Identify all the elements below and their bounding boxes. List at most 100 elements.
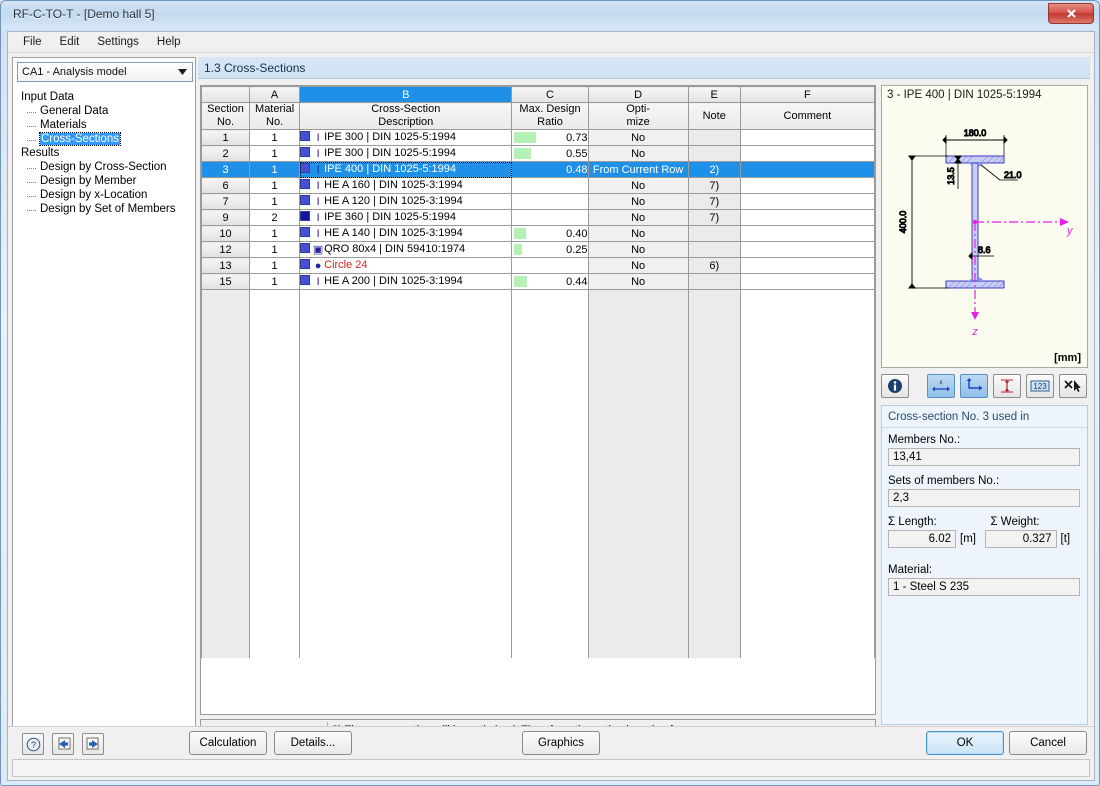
cell-material-no[interactable]: 1 (249, 225, 301, 242)
cell-empty[interactable] (249, 401, 301, 418)
cell-empty[interactable] (511, 625, 589, 642)
cell-empty[interactable] (687, 337, 741, 354)
cell-empty[interactable] (201, 481, 251, 498)
cell-empty[interactable] (739, 545, 875, 562)
cell-empty[interactable] (739, 481, 875, 498)
cell-empty[interactable] (587, 577, 689, 594)
cell-note[interactable] (687, 241, 741, 258)
table-row-empty[interactable] (201, 481, 875, 498)
cell-empty[interactable] (687, 625, 741, 642)
cell-empty[interactable] (739, 401, 875, 418)
cell-empty[interactable] (201, 289, 251, 306)
cell-empty[interactable] (511, 353, 589, 370)
table-row-empty[interactable] (201, 529, 875, 546)
cell-empty[interactable] (739, 449, 875, 466)
cell-empty[interactable] (687, 289, 741, 306)
cell-empty[interactable] (739, 497, 875, 514)
cell-empty[interactable] (587, 465, 689, 482)
menu-item-file[interactable]: File (14, 34, 51, 50)
cell-optimize[interactable]: From Current Row (587, 161, 689, 178)
cell-note[interactable] (687, 225, 741, 242)
cell-empty[interactable] (587, 401, 689, 418)
cell-empty[interactable] (511, 385, 589, 402)
cell-empty[interactable] (587, 481, 689, 498)
cell-material-no[interactable]: 1 (249, 193, 301, 210)
dimension-vertical-button[interactable] (993, 374, 1021, 398)
cell-empty[interactable] (249, 497, 301, 514)
sets-field[interactable]: 2,3 (888, 489, 1080, 507)
help-button[interactable]: ? (22, 733, 44, 755)
cell-empty[interactable] (201, 609, 251, 626)
cell-empty[interactable] (739, 337, 875, 354)
cell-empty[interactable] (249, 353, 301, 370)
cell-max-design-ratio[interactable] (511, 209, 589, 226)
cell-empty[interactable] (249, 417, 301, 434)
col-letter-a[interactable]: A (249, 86, 301, 103)
cell-empty[interactable] (249, 577, 301, 594)
cell-note[interactable] (687, 129, 741, 146)
cell-empty[interactable] (687, 529, 741, 546)
cell-empty[interactable] (299, 545, 513, 562)
cell-description[interactable]: I IPE 360 | DIN 1025-5:1994 (299, 209, 513, 226)
close-button[interactable] (1048, 3, 1094, 24)
calculation-button[interactable]: Calculation (189, 731, 267, 755)
col-letter-b[interactable]: B (299, 86, 513, 103)
table-row[interactable]: 13 1 ● Circle 24 No 6) (201, 257, 875, 274)
cell-empty[interactable] (249, 609, 301, 626)
cell-empty[interactable] (687, 353, 741, 370)
table-row[interactable]: 9 2 I IPE 360 | DIN 1025-5:1994 No 7) (201, 209, 875, 226)
members-field[interactable]: 13,41 (888, 448, 1080, 466)
cell-empty[interactable] (687, 609, 741, 626)
cell-empty[interactable] (739, 289, 875, 306)
cell-empty[interactable] (511, 401, 589, 418)
table-row-empty[interactable] (201, 449, 875, 466)
table-row[interactable]: 10 1 I HE A 140 | DIN 1025-3:1994 0.40 No (201, 225, 875, 242)
graphics-button[interactable]: Graphics (522, 731, 600, 755)
cell-empty[interactable] (687, 401, 741, 418)
cell-empty[interactable] (687, 369, 741, 386)
cell-empty[interactable] (249, 337, 301, 354)
table-row-empty[interactable] (201, 609, 875, 626)
cell-empty[interactable] (687, 433, 741, 450)
cell-empty[interactable] (587, 353, 689, 370)
cell-empty[interactable] (249, 305, 301, 322)
table-row-empty[interactable] (201, 497, 875, 514)
menu-item-help[interactable]: Help (148, 34, 190, 50)
table-row-empty[interactable] (201, 305, 875, 322)
cell-empty[interactable] (511, 545, 589, 562)
details-button[interactable]: Details... (274, 731, 352, 755)
cell-empty[interactable] (201, 321, 251, 338)
cell-optimize[interactable]: No (587, 241, 689, 258)
cell-empty[interactable] (687, 417, 741, 434)
cell-empty[interactable] (587, 337, 689, 354)
cell-empty[interactable] (687, 321, 741, 338)
cell-empty[interactable] (249, 433, 301, 450)
sidebar-item-general-data[interactable]: General Data (27, 104, 193, 118)
cell-empty[interactable] (739, 465, 875, 482)
table-row-empty[interactable] (201, 289, 875, 306)
cell-empty[interactable] (587, 449, 689, 466)
cell-optimize[interactable]: No (587, 209, 689, 226)
cell-empty[interactable] (511, 561, 589, 578)
cell-empty[interactable] (587, 625, 689, 642)
cell-comment[interactable] (739, 257, 875, 274)
cell-optimize[interactable]: No (587, 177, 689, 194)
col-letter-blank[interactable] (201, 86, 251, 103)
cell-empty[interactable] (249, 369, 301, 386)
cell-empty[interactable] (249, 641, 301, 658)
cell-empty[interactable] (299, 577, 513, 594)
table-row-empty[interactable] (201, 561, 875, 578)
cell-section-no[interactable]: 1 (201, 129, 251, 146)
cell-empty[interactable] (249, 545, 301, 562)
cell-comment[interactable] (739, 241, 875, 258)
table-row-empty[interactable] (201, 465, 875, 482)
table-row-empty[interactable] (201, 321, 875, 338)
tree-group-results[interactable]: Results (19, 146, 193, 160)
tree-group-input-data[interactable]: Input Data (19, 90, 193, 104)
cell-empty[interactable] (687, 449, 741, 466)
cell-empty[interactable] (739, 641, 875, 658)
cell-max-design-ratio[interactable] (511, 257, 589, 274)
cell-empty[interactable] (249, 465, 301, 482)
table-row-empty[interactable] (201, 513, 875, 530)
cell-empty[interactable] (511, 465, 589, 482)
